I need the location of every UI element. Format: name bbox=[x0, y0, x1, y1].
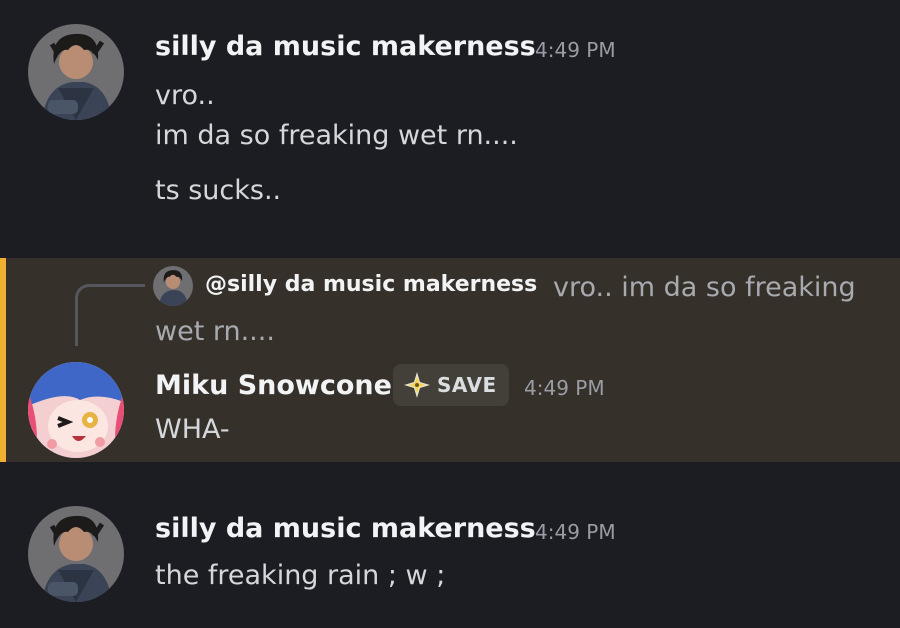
server-tag[interactable]: SAVE bbox=[393, 364, 509, 406]
tag-label: SAVE bbox=[437, 373, 497, 397]
chat-view: silly da music makerness 4:49 PM vro.. i… bbox=[0, 0, 900, 628]
message-text: im da so freaking wet rn.... bbox=[155, 120, 518, 151]
message-text: ts sucks.. bbox=[155, 175, 282, 206]
user-avatar-blue-hair-icon bbox=[28, 362, 124, 458]
message-group: silly da music makerness 4:49 PM vro.. i… bbox=[0, 0, 900, 250]
message-text: the freaking rain ; w ; bbox=[155, 560, 446, 591]
message-text: WHA- bbox=[155, 414, 230, 445]
username[interactable]: silly da music makerness bbox=[155, 31, 536, 62]
mention-bar bbox=[0, 258, 6, 462]
username[interactable]: silly da music makerness bbox=[155, 513, 536, 544]
user-avatar-dark-hair-icon bbox=[28, 506, 124, 602]
avatar[interactable] bbox=[28, 24, 124, 120]
reply-spine bbox=[75, 284, 145, 346]
timestamp: 4:49 PM bbox=[535, 520, 616, 544]
avatar[interactable] bbox=[28, 362, 124, 458]
avatar[interactable] bbox=[28, 506, 124, 602]
message-text: vro.. bbox=[155, 80, 215, 111]
sparkle-diamond-icon bbox=[404, 372, 430, 398]
reply-mention[interactable]: @silly da music makerness bbox=[205, 272, 537, 297]
username[interactable]: Miku Snowcone bbox=[155, 370, 392, 401]
timestamp: 4:49 PM bbox=[524, 376, 605, 400]
timestamp: 4:49 PM bbox=[535, 38, 616, 62]
user-avatar-dark-hair-icon bbox=[28, 24, 124, 120]
